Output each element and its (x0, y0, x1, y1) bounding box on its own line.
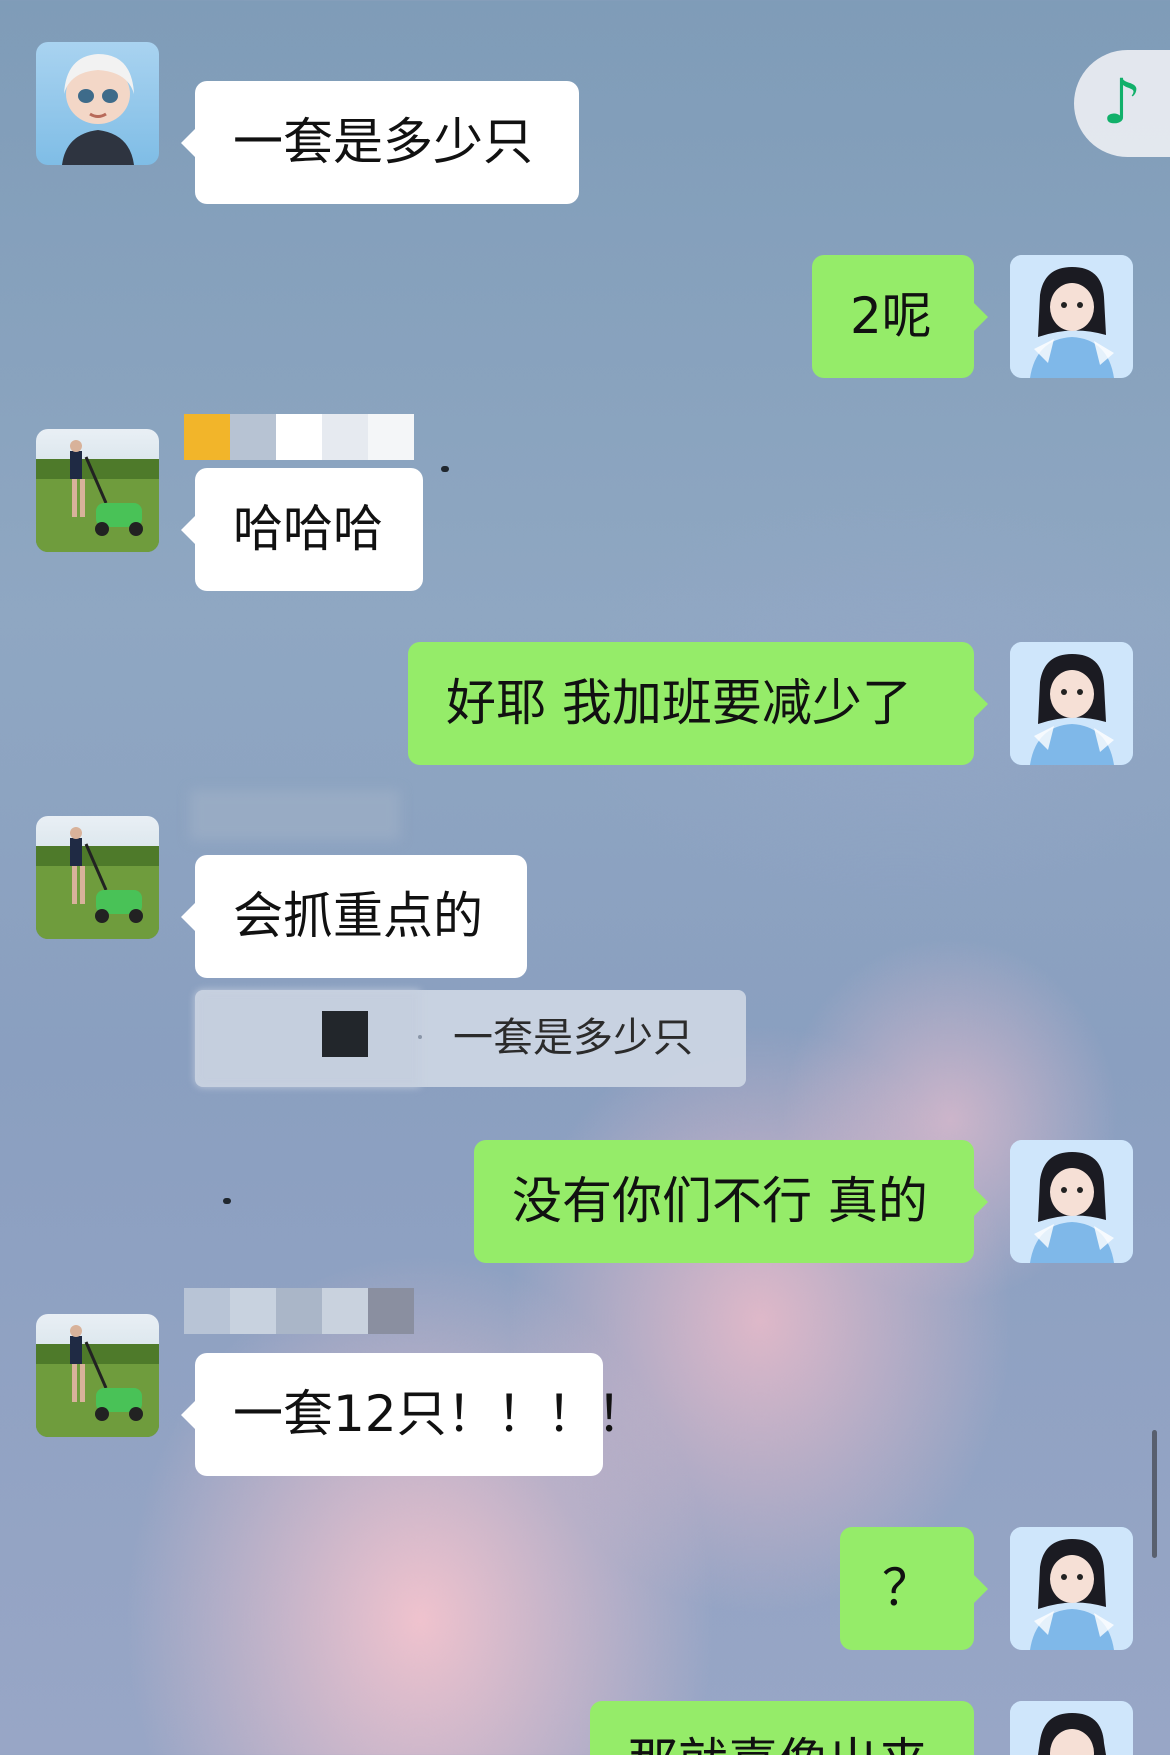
quote-separator (418, 1035, 422, 1039)
name-redaction-block (276, 414, 322, 460)
girl-avatar[interactable] (1010, 1140, 1133, 1263)
message-bubble-incoming[interactable]: 会抓重点的 (181, 855, 527, 978)
message-bubble-outgoing[interactable]: 那就喜像出来 (590, 1701, 974, 1755)
girl-avatar[interactable] (1010, 255, 1133, 378)
message-bubble-incoming[interactable]: 一套是多少只 (181, 81, 579, 204)
message-bubble-outgoing[interactable]: 好耶 我加班要减少了 (408, 642, 988, 765)
name-redaction-block (230, 1288, 276, 1334)
message-bubble-outgoing[interactable]: 没有你们不行 真的 (474, 1140, 988, 1263)
message-bubble-incoming[interactable]: 哈哈哈 (181, 468, 423, 591)
name-redaction-block (368, 1288, 414, 1334)
bird-speck (441, 466, 449, 472)
name-redaction-block (230, 414, 276, 460)
name-redaction-block (184, 414, 230, 460)
quoted-message-text: 一套是多少只 (453, 1015, 693, 1061)
name-redaction-block (190, 790, 400, 840)
quote-redaction-block (322, 1011, 368, 1057)
music-float-button[interactable]: ♪ (1074, 50, 1170, 157)
lawnmower-avatar[interactable] (36, 1314, 159, 1437)
quote-name-redaction (195, 990, 420, 1087)
message-bubble-outgoing[interactable]: 2呢 (812, 255, 988, 378)
lawnmower-avatar[interactable] (36, 429, 159, 552)
name-redaction-block (184, 1288, 230, 1334)
message-bubble-outgoing[interactable]: ？ (840, 1527, 988, 1650)
message-bubble-incoming[interactable]: 一套12只！！！！ (181, 1353, 647, 1476)
bird-speck (223, 1198, 231, 1204)
robot-avatar[interactable] (36, 42, 159, 165)
quoted-reply[interactable]: 一套是多少只 (195, 990, 746, 1087)
girl-avatar[interactable] (1010, 642, 1133, 765)
name-redaction-block (322, 414, 368, 460)
music-note-icon: ♪ (1102, 65, 1142, 138)
girl-avatar[interactable] (1010, 1701, 1133, 1755)
name-redaction-block (368, 414, 414, 460)
lawnmower-avatar[interactable] (36, 816, 159, 939)
scrollbar[interactable] (1152, 1430, 1157, 1558)
name-redaction-block (322, 1288, 368, 1334)
girl-avatar[interactable] (1010, 1527, 1133, 1650)
name-redaction-block (276, 1288, 322, 1334)
